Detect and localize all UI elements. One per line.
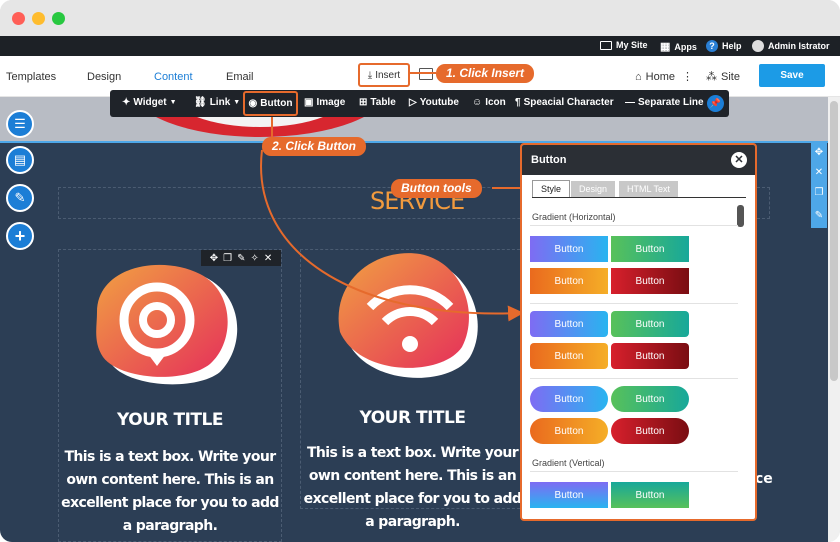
button-style-green-pill[interactable]: Button [611, 386, 689, 412]
button-style-orange-square[interactable]: Button [530, 268, 608, 294]
tab-design[interactable]: Design [571, 181, 616, 197]
button-style-green-rounded[interactable]: Button [611, 311, 689, 337]
panel-scrollbar[interactable] [737, 205, 744, 227]
tab-html-text[interactable]: HTML Text [619, 181, 679, 197]
callout-button-tools: Button tools [391, 179, 482, 198]
button-style-blue-square[interactable]: Button [530, 236, 608, 262]
divider [530, 471, 738, 472]
section-gradient-horizontal: Gradient (Horizontal) [532, 212, 616, 222]
button-style-red-pill[interactable]: Button [611, 418, 689, 444]
button-style-red-rounded[interactable]: Button [611, 343, 689, 369]
close-icon[interactable]: ✕ [731, 152, 747, 168]
panel-title: Button [531, 154, 567, 166]
browser-window: My Site ▦ Apps ? Help Admin Istrator Tem… [0, 0, 840, 542]
button-style-orange-pill[interactable]: Button [530, 418, 608, 444]
callout-click-button: 2. Click Button [262, 137, 367, 156]
divider [530, 225, 738, 226]
button-style-green-square[interactable]: Button [611, 236, 689, 262]
tabs-underline [532, 197, 746, 198]
divider [530, 378, 738, 379]
button-style-green-vertical[interactable]: Button [611, 482, 689, 508]
button-tools-panel: Button ✕ Style Design HTML Text Gradient… [520, 143, 757, 521]
button-style-blue-pill[interactable]: Button [530, 386, 608, 412]
button-style-blue-vertical[interactable]: Button [530, 482, 608, 508]
tab-style[interactable]: Style [532, 180, 571, 197]
panel-header: Button ✕ [522, 145, 755, 175]
divider [530, 303, 738, 304]
button-style-red-square[interactable]: Button [611, 268, 689, 294]
callout-click-insert: 1. Click Insert [436, 64, 535, 83]
section-gradient-vertical: Gradient (Vertical) [532, 458, 605, 468]
button-style-orange-rounded[interactable]: Button [530, 343, 608, 369]
button-style-blue-rounded[interactable]: Button [530, 311, 608, 337]
